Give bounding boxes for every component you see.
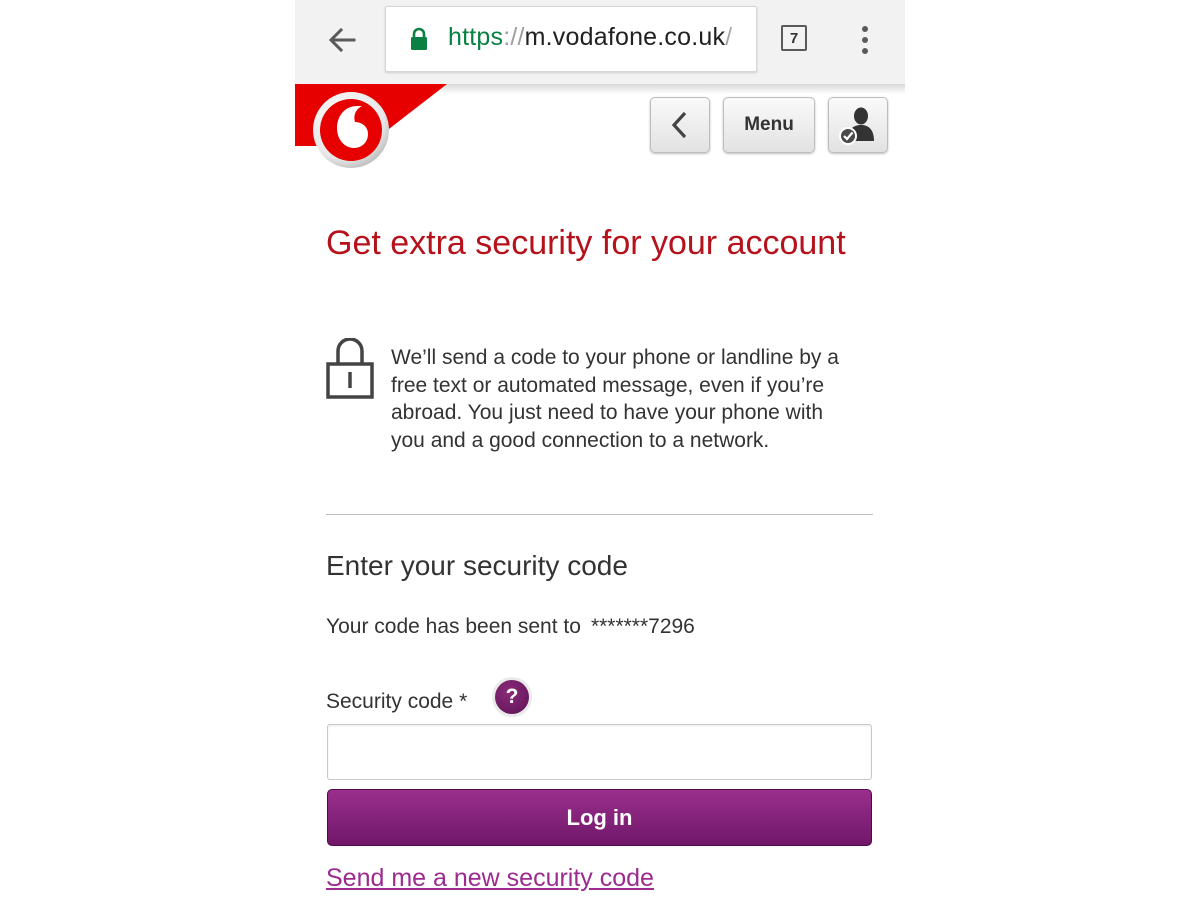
lock-icon bbox=[411, 27, 427, 50]
account-button[interactable] bbox=[828, 97, 888, 153]
url-scheme: https bbox=[448, 23, 504, 51]
back-arrow-icon bbox=[328, 27, 356, 53]
tab-switcher-button[interactable]: 7 bbox=[781, 25, 807, 51]
resend-code-link[interactable]: Send me a new security code bbox=[326, 862, 654, 894]
code-sent-label: Your code has been sent to bbox=[326, 615, 581, 638]
login-button[interactable]: Log in bbox=[327, 789, 872, 846]
help-icon[interactable]: ? bbox=[495, 680, 529, 714]
security-info-text: We’ll send a code to your phone or landl… bbox=[391, 346, 839, 452]
menu-button[interactable]: Menu bbox=[723, 97, 815, 153]
url-text: https://m.vodafone.co.uk/ bbox=[448, 23, 732, 52]
header-back-button[interactable] bbox=[650, 97, 710, 153]
security-code-input[interactable] bbox=[327, 724, 872, 780]
chevron-left-icon bbox=[671, 111, 687, 139]
address-bar[interactable]: https://m.vodafone.co.uk/ bbox=[385, 6, 757, 72]
account-verified-icon bbox=[839, 107, 874, 145]
security-code-label: Security code * bbox=[326, 690, 468, 713]
page-title: Get extra security for your account bbox=[326, 224, 846, 262]
padlock-icon bbox=[326, 338, 374, 399]
url-separator: :// bbox=[503, 23, 525, 51]
section-divider bbox=[326, 514, 873, 515]
vodafone-logo[interactable] bbox=[295, 84, 450, 174]
browser-back-button[interactable] bbox=[322, 20, 362, 60]
url-fade bbox=[726, 7, 756, 71]
code-sent-message: Your code has been sent to *******7296 bbox=[326, 613, 695, 641]
kebab-menu-icon bbox=[862, 26, 868, 54]
masked-phone-number: *******7296 bbox=[590, 615, 695, 638]
url-host: m.vodafone.co.uk bbox=[524, 23, 726, 51]
browser-menu-button[interactable] bbox=[850, 20, 880, 60]
section-title: Enter your security code bbox=[326, 550, 628, 581]
